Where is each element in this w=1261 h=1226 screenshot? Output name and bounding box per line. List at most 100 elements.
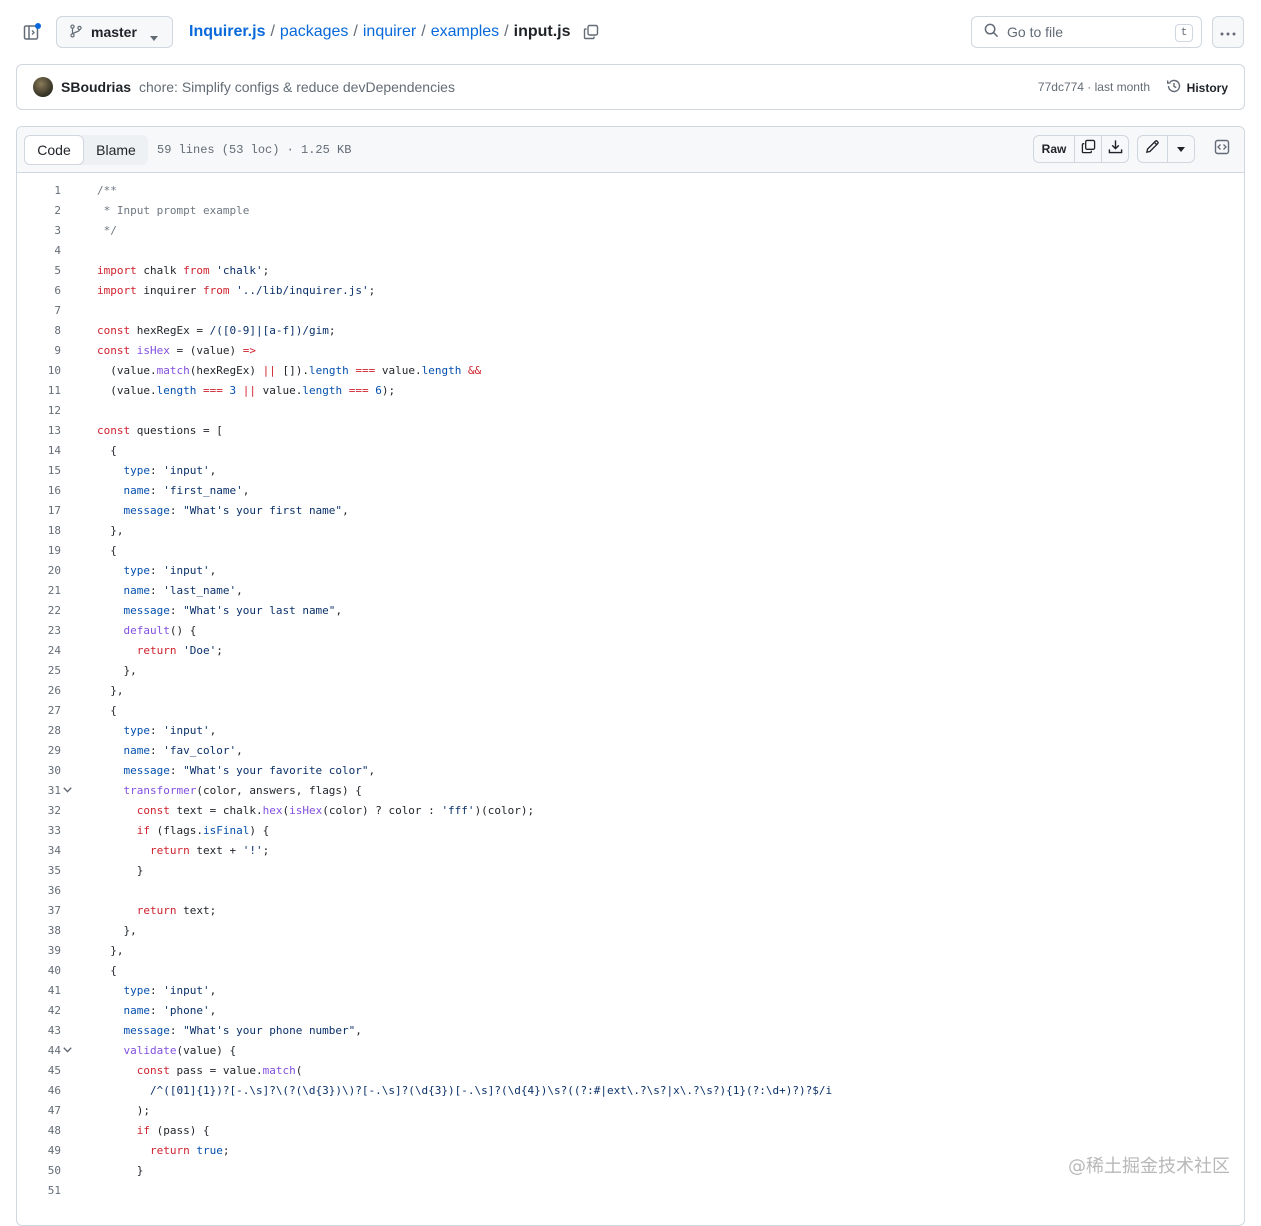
line-number[interactable]: 11 [17, 384, 61, 397]
code-line: 13 const questions = [ [17, 420, 1244, 440]
breadcrumb-repo-link[interactable]: Inquirer.js [189, 23, 265, 41]
blame-tab[interactable]: Blame [84, 135, 148, 165]
line-number[interactable]: 21 [17, 584, 61, 597]
line-number[interactable]: 30 [17, 764, 61, 777]
code-line: 6 import inquirer from '../lib/inquirer.j… [17, 280, 1244, 300]
line-number[interactable]: 26 [17, 684, 61, 697]
line-number[interactable]: 42 [17, 1004, 61, 1017]
line-number[interactable]: 1 [17, 184, 61, 197]
line-number[interactable]: 31 [17, 784, 61, 797]
line-number[interactable]: 38 [17, 924, 61, 937]
code-line: 43 message: "What's your phone number", [17, 1020, 1244, 1040]
line-number[interactable]: 51 [17, 1184, 61, 1197]
line-number[interactable]: 34 [17, 844, 61, 857]
line-number[interactable]: 3 [17, 224, 61, 237]
top-bar: master Inquirer.js / packages / inquirer… [0, 0, 1261, 64]
breadcrumb-packages-link[interactable]: packages [280, 23, 349, 41]
code-line: 17 message: "What's your first name", [17, 500, 1244, 520]
line-number[interactable]: 40 [17, 964, 61, 977]
line-number[interactable]: 6 [17, 284, 61, 297]
line-number[interactable]: 12 [17, 404, 61, 417]
line-number[interactable]: 45 [17, 1064, 61, 1077]
line-source: }, [97, 663, 137, 677]
copy-raw-button[interactable] [1074, 136, 1101, 162]
line-number[interactable]: 19 [17, 544, 61, 557]
line-source: return true; [149, 1143, 230, 1157]
history-button[interactable]: History [1166, 78, 1228, 97]
line-source: if (flags.isFinal) { [136, 823, 270, 837]
line-number[interactable]: 37 [17, 904, 61, 917]
code-view: 1/** 2 * Input prompt example 3 */4 5 import… [17, 173, 1244, 1200]
code-line: 8 const hexRegEx = /([0-9]|[a-f])/gim; [17, 320, 1244, 340]
line-number[interactable]: 46 [17, 1084, 61, 1097]
fold-chevron-icon[interactable] [61, 787, 73, 793]
sidebar-toggle-icon[interactable] [18, 18, 46, 46]
branch-selector-button[interactable]: master [56, 16, 173, 48]
more-options-button[interactable] [1212, 16, 1244, 48]
line-number[interactable]: 49 [17, 1144, 61, 1157]
download-button[interactable] [1101, 136, 1128, 162]
line-number[interactable]: 17 [17, 504, 61, 517]
avatar[interactable] [33, 77, 53, 97]
line-number[interactable]: 32 [17, 804, 61, 817]
line-number[interactable]: 24 [17, 644, 61, 657]
code-tab[interactable]: Code [24, 134, 84, 165]
line-number[interactable]: 2 [17, 204, 61, 217]
commit-sha-and-time[interactable]: 77dc774 · last month [1038, 80, 1150, 94]
line-source: type: 'input', [123, 563, 217, 577]
line-number[interactable]: 39 [17, 944, 61, 957]
line-number[interactable]: 23 [17, 624, 61, 637]
line-number[interactable]: 50 [17, 1164, 61, 1177]
edit-button[interactable] [1138, 136, 1167, 162]
code-line: 46 /^([01]{1})?[-.\s]?\(?(\d{3})\)?[-.\s… [17, 1080, 1244, 1100]
go-to-file-input[interactable]: Go to file t [971, 16, 1202, 48]
latest-commit-bar: SBoudrias chore: Simplify configs & redu… [16, 64, 1245, 110]
line-number[interactable]: 33 [17, 824, 61, 837]
symbols-panel-button[interactable] [1208, 135, 1236, 163]
commit-message-link[interactable]: chore: Simplify configs & reduce devDepe… [139, 79, 455, 95]
line-number[interactable]: 43 [17, 1024, 61, 1037]
breadcrumb-separator: / [353, 23, 358, 40]
edit-dropdown-button[interactable] [1167, 136, 1194, 162]
pencil-icon [1145, 139, 1160, 159]
line-number[interactable]: 16 [17, 484, 61, 497]
line-number[interactable]: 41 [17, 984, 61, 997]
line-number[interactable]: 4 [17, 244, 61, 257]
breadcrumb-separator: / [504, 23, 509, 40]
line-number[interactable]: 18 [17, 524, 61, 537]
raw-button[interactable]: Raw [1034, 136, 1074, 162]
code-line: 27 { [17, 700, 1244, 720]
line-number[interactable]: 48 [17, 1124, 61, 1137]
line-number[interactable]: 7 [17, 304, 61, 317]
breadcrumb-examples-link[interactable]: examples [431, 23, 499, 41]
code-line: 16 name: 'first_name', [17, 480, 1244, 500]
kebab-horizontal-icon [1220, 23, 1236, 41]
commit-author-link[interactable]: SBoudrias [61, 79, 131, 95]
line-number[interactable]: 29 [17, 744, 61, 757]
line-number[interactable]: 27 [17, 704, 61, 717]
line-number[interactable]: 36 [17, 884, 61, 897]
go-to-file-placeholder: Go to file [1007, 24, 1064, 40]
line-number[interactable]: 8 [17, 324, 61, 337]
copy-path-icon[interactable] [583, 24, 599, 40]
line-number[interactable]: 22 [17, 604, 61, 617]
line-number[interactable]: 25 [17, 664, 61, 677]
code-line: 38 }, [17, 920, 1244, 940]
line-number[interactable]: 20 [17, 564, 61, 577]
line-source: message: "What's your favorite color", [123, 763, 376, 777]
line-number[interactable]: 10 [17, 364, 61, 377]
line-number[interactable]: 35 [17, 864, 61, 877]
line-number[interactable]: 28 [17, 724, 61, 737]
line-number[interactable]: 5 [17, 264, 61, 277]
line-number[interactable]: 9 [17, 344, 61, 357]
line-number[interactable]: 44 [17, 1044, 61, 1057]
line-source: /^([01]{1})?[-.\s]?\(?(\d{3})\)?[-.\s]?(… [149, 1083, 833, 1097]
line-number[interactable]: 13 [17, 424, 61, 437]
line-number[interactable]: 15 [17, 464, 61, 477]
line-number[interactable]: 14 [17, 444, 61, 457]
breadcrumb-inquirer-link[interactable]: inquirer [363, 23, 416, 41]
line-source: const text = chalk.hex(isHex(color) ? co… [136, 803, 535, 817]
fold-chevron-icon[interactable] [61, 1047, 73, 1053]
line-number[interactable]: 47 [17, 1104, 61, 1117]
code-line: 50 } [17, 1160, 1244, 1180]
